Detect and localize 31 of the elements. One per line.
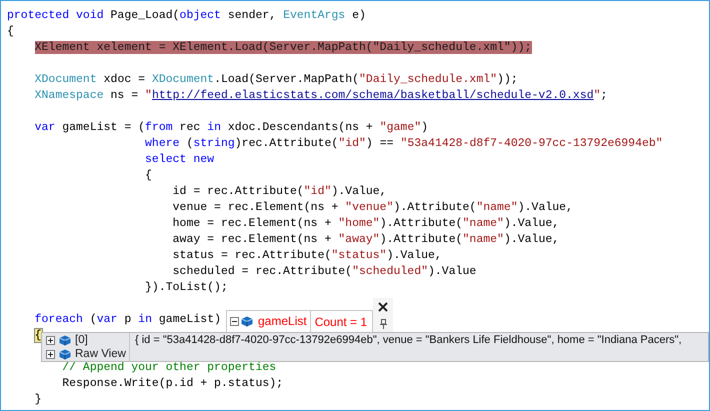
code-line: select new [145,153,214,166]
code-line: XNamespace ns = "http://feed.elasticstats.com/schema/basketball/schedule-v2.0.xsd"; [34,89,608,102]
code-line: // Append your other properties [62,361,276,374]
code-line: home = rec.Element(ns + "home").Attribute("name").Value, [172,217,560,230]
code-line: { [7,25,14,38]
cube-icon [59,334,71,346]
code-line: Response.Write(p.id + p.status); [62,377,284,390]
member-value: { id = "53a41428-d8f7-4020-97cc-13792e6994eb", venue = "Bankers Life Fieldhouse", home = "Indiana Pacers", [134,334,682,346]
member-name: Raw View [75,348,126,360]
code-line: scheduled = rec.Attribute("scheduled").Value [172,265,476,278]
variable-value: Count = 1 [314,314,368,328]
cube-icon [241,316,253,327]
code-line: { [145,169,152,182]
expand-icon[interactable] [46,336,55,344]
cube-icon [59,348,71,360]
close-icon[interactable] [378,302,388,312]
pin-icon[interactable] [380,319,387,330]
code-line: var gameList = (from rec in xdoc.Descendants(ns + "game") [34,121,428,134]
expand-icon[interactable] [46,350,55,358]
code-line: XDocument xdoc = XDocument.Load(Server.MapPath("Daily_schedule.xml")); [34,73,518,86]
code-line: status = rec.Attribute("status").Value, [172,249,442,262]
code-line: foreach (var p in gameList) [34,313,221,326]
code-line: } [34,393,42,406]
code-line: venue = rec.Element(ns + "venue").Attribute("name").Value, [172,201,573,214]
member-name: [0] [75,334,88,346]
code-line: id = rec.Attribute("id").Value, [172,185,387,198]
code-line: }).ToList(); [145,281,228,294]
collapse-icon[interactable] [230,317,239,326]
code-line: away = rec.Element(ns + "away").Attribute("name").Value, [172,233,560,246]
code-line: protected void Page_Load(object sender, EventArgs e) [7,9,366,22]
code-line: where (string)rec.Attribute("id") == "53a41428-d8f7-4020-97cc-13792e6994eb" [145,137,663,150]
